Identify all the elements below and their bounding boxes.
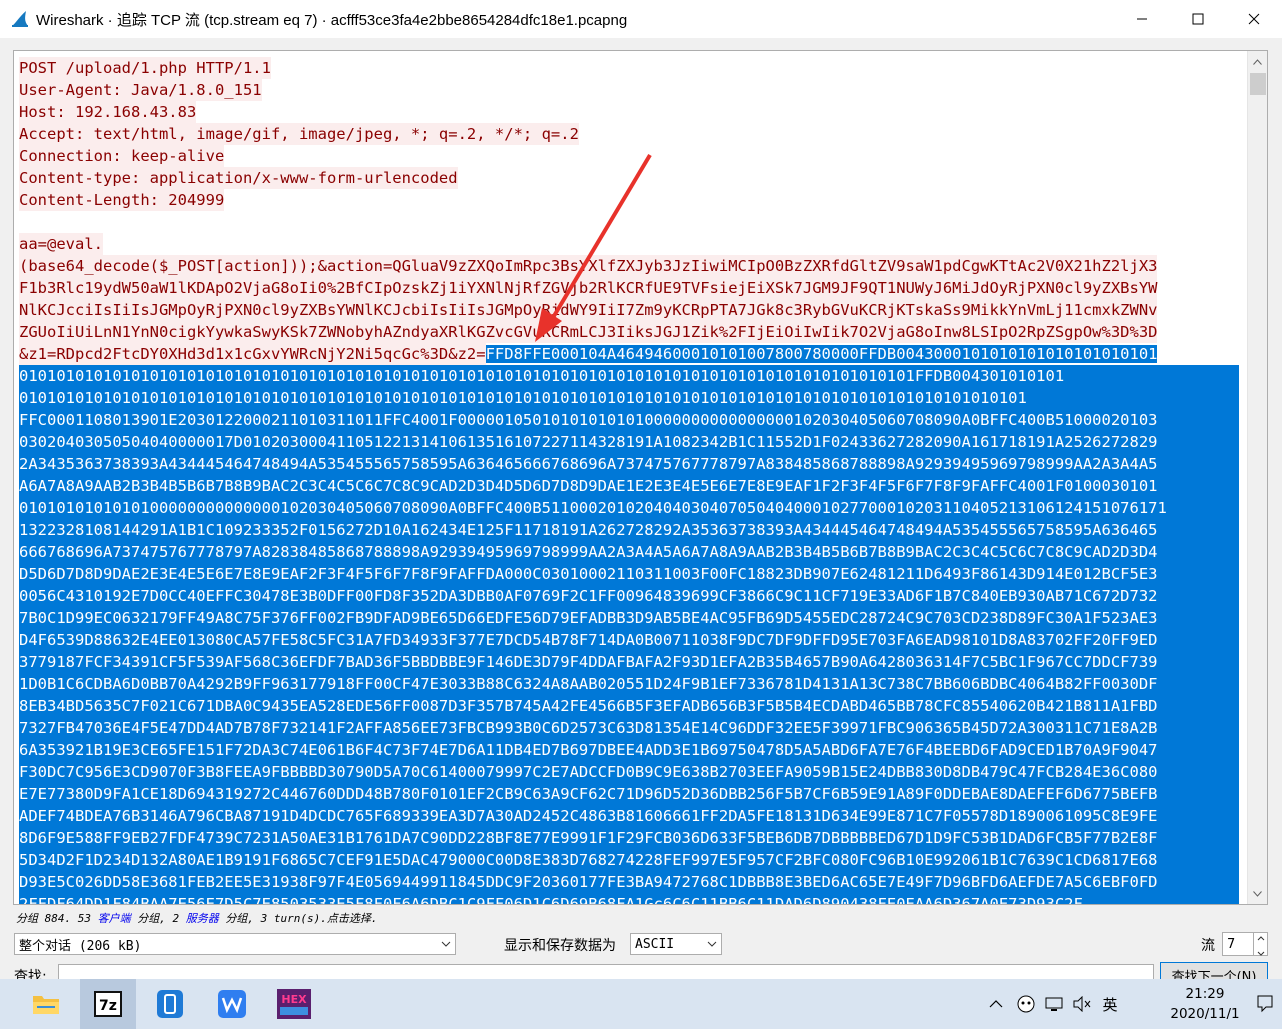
format-select[interactable]: ASCII (630, 933, 722, 955)
hex-editor-app[interactable]: HEX (266, 979, 322, 1029)
stream-text-area[interactable]: POST /upload/1.php HTTP/1.1 User-Agent: J… (13, 50, 1268, 905)
minimize-icon (1137, 18, 1147, 20)
stream-label: 流 (1201, 938, 1215, 954)
phone-icon (157, 990, 183, 1018)
notification-icon[interactable] (1255, 993, 1275, 1017)
status-prefix: 分组 884. 53 (16, 912, 98, 925)
network-icon[interactable] (1040, 996, 1068, 1012)
stream-number-value: 7 (1227, 936, 1236, 952)
window-title: Wireshark · 追踪 TCP 流 (tcp.stream eq 7) ·… (36, 11, 628, 29)
spin-buttons[interactable] (1253, 933, 1268, 956)
file-explorer-app[interactable] (18, 979, 74, 1029)
chevron-down-icon (441, 941, 451, 947)
system-tray: 英 (984, 979, 1124, 1029)
vertical-scrollbar[interactable] (1247, 51, 1267, 904)
maximize-button[interactable] (1170, 0, 1226, 38)
title-bar: Wireshark · 追踪 TCP 流 (tcp.stream eq 7) ·… (0, 0, 1282, 38)
svg-text:HEX: HEX (281, 993, 307, 1006)
status-middle: 分组, 2 (130, 912, 186, 925)
folder-icon (33, 996, 59, 1014)
scrollbar-thumb[interactable] (1250, 73, 1266, 95)
client-packets-link[interactable]: 客户端 (98, 912, 131, 925)
7zip-icon: 7z (94, 991, 122, 1017)
taskbar: 7z HEX 英 21:29 2020/11/1 (0, 979, 1282, 1029)
minimize-button[interactable] (1114, 0, 1170, 38)
hex-editor-icon: HEX (277, 989, 311, 1019)
stream-status: 分组 884. 53 客户端 分组, 2 服务器 分组, 3 turn(s).点… (16, 910, 377, 926)
conversation-select-value: 整个对话 (206 kB) (19, 938, 142, 954)
clock-date: 2020/11/1 (1170, 1006, 1240, 1022)
maximize-icon (1192, 13, 1204, 25)
scroll-up-arrow-icon[interactable] (1248, 53, 1267, 70)
server-packets-link[interactable]: 服务器 (186, 912, 219, 925)
wireshark-fin-icon (12, 11, 28, 27)
input-method-indicator[interactable]: 英 (1096, 994, 1124, 1015)
taskbar-clock[interactable]: 21:29 2020/11/1 (1160, 984, 1250, 1024)
chevron-down-icon (707, 941, 717, 947)
show-save-label: 显示和保存数据为 (504, 938, 616, 954)
close-button[interactable] (1226, 0, 1282, 38)
wps-writer-app[interactable] (204, 979, 260, 1029)
spin-down-icon[interactable] (1254, 948, 1268, 959)
annotation-arrow (535, 153, 652, 342)
close-icon (1248, 13, 1260, 25)
phone-app[interactable] (142, 979, 198, 1029)
wps-writer-icon (218, 990, 246, 1018)
clock-time: 21:29 (1185, 986, 1225, 1002)
conversation-select[interactable]: 整个对话 (206 kB) (14, 933, 456, 955)
stream-number-spinbox[interactable]: 7 (1222, 932, 1268, 956)
app-tray-icon[interactable] (1012, 994, 1040, 1014)
volume-muted-icon[interactable] (1068, 996, 1096, 1012)
scroll-down-arrow-icon[interactable] (1248, 885, 1267, 902)
status-suffix: 分组, 3 turn(s).点击选择. (218, 912, 378, 925)
format-select-value: ASCII (635, 936, 675, 952)
svg-text:7z: 7z (99, 998, 117, 1014)
spin-up-icon[interactable] (1254, 933, 1268, 944)
7zip-app[interactable]: 7z (80, 979, 136, 1029)
show-hidden-icons-icon[interactable] (984, 999, 1008, 1009)
